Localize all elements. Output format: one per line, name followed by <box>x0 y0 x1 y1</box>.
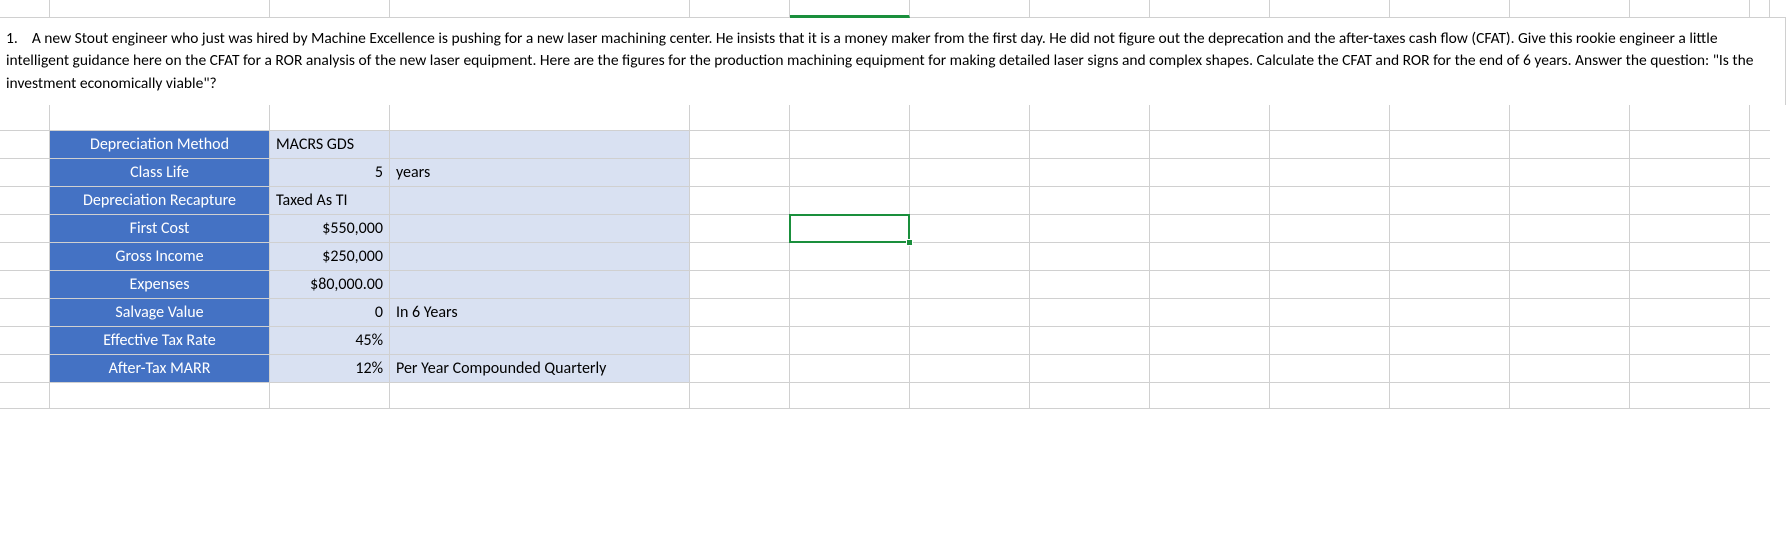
label-depreciation-method[interactable]: Depreciation Method <box>50 131 270 159</box>
value-depreciation-recapture[interactable]: Taxed As TI <box>270 187 390 215</box>
label-class-life[interactable]: Class Life <box>50 159 270 187</box>
extra-depreciation-method[interactable] <box>390 131 690 159</box>
selection-outline <box>789 214 910 243</box>
extra-effective-tax-rate[interactable] <box>390 327 690 355</box>
spreadsheet-viewport: 1. A new Stout engineer who just was hir… <box>0 0 1786 409</box>
fill-handle[interactable] <box>906 239 913 246</box>
extra-expenses[interactable] <box>390 271 690 299</box>
value-class-life[interactable]: 5 <box>270 159 390 187</box>
column-header-strip <box>0 0 1786 18</box>
extra-first-cost[interactable] <box>390 215 690 243</box>
label-effective-tax-rate[interactable]: Effective Tax Rate <box>50 327 270 355</box>
value-salvage-value[interactable]: 0 <box>270 299 390 327</box>
label-expenses[interactable]: Expenses <box>50 271 270 299</box>
label-depreciation-recapture[interactable]: Depreciation Recapture <box>50 187 270 215</box>
value-expenses[interactable]: $80,000.00 <box>270 271 390 299</box>
value-after-tax-marr[interactable]: 12% <box>270 355 390 383</box>
label-salvage-value[interactable]: Salvage Value <box>50 299 270 327</box>
value-first-cost[interactable]: $550,000 <box>270 215 390 243</box>
extra-depreciation-recapture[interactable] <box>390 187 690 215</box>
worksheet-grid[interactable]: Depreciation Method MACRS GDS Class Life… <box>0 105 1786 409</box>
question-number: 1. <box>6 29 18 48</box>
label-after-tax-marr[interactable]: After-Tax MARR <box>50 355 270 383</box>
question-text: A new Stout engineer who just was hired … <box>6 29 1753 93</box>
active-cell[interactable] <box>790 215 910 243</box>
label-first-cost[interactable]: First Cost <box>50 215 270 243</box>
value-gross-income[interactable]: $250,000 <box>270 243 390 271</box>
value-effective-tax-rate[interactable]: 45% <box>270 327 390 355</box>
extra-after-tax-marr[interactable]: Per Year Compounded Quarterly <box>390 355 690 383</box>
problem-statement: 1. A new Stout engineer who just was hir… <box>0 18 1786 105</box>
extra-class-life[interactable]: years <box>390 159 690 187</box>
value-depreciation-method[interactable]: MACRS GDS <box>270 131 390 159</box>
extra-salvage-value[interactable]: In 6 Years <box>390 299 690 327</box>
extra-gross-income[interactable] <box>390 243 690 271</box>
label-gross-income[interactable]: Gross Income <box>50 243 270 271</box>
